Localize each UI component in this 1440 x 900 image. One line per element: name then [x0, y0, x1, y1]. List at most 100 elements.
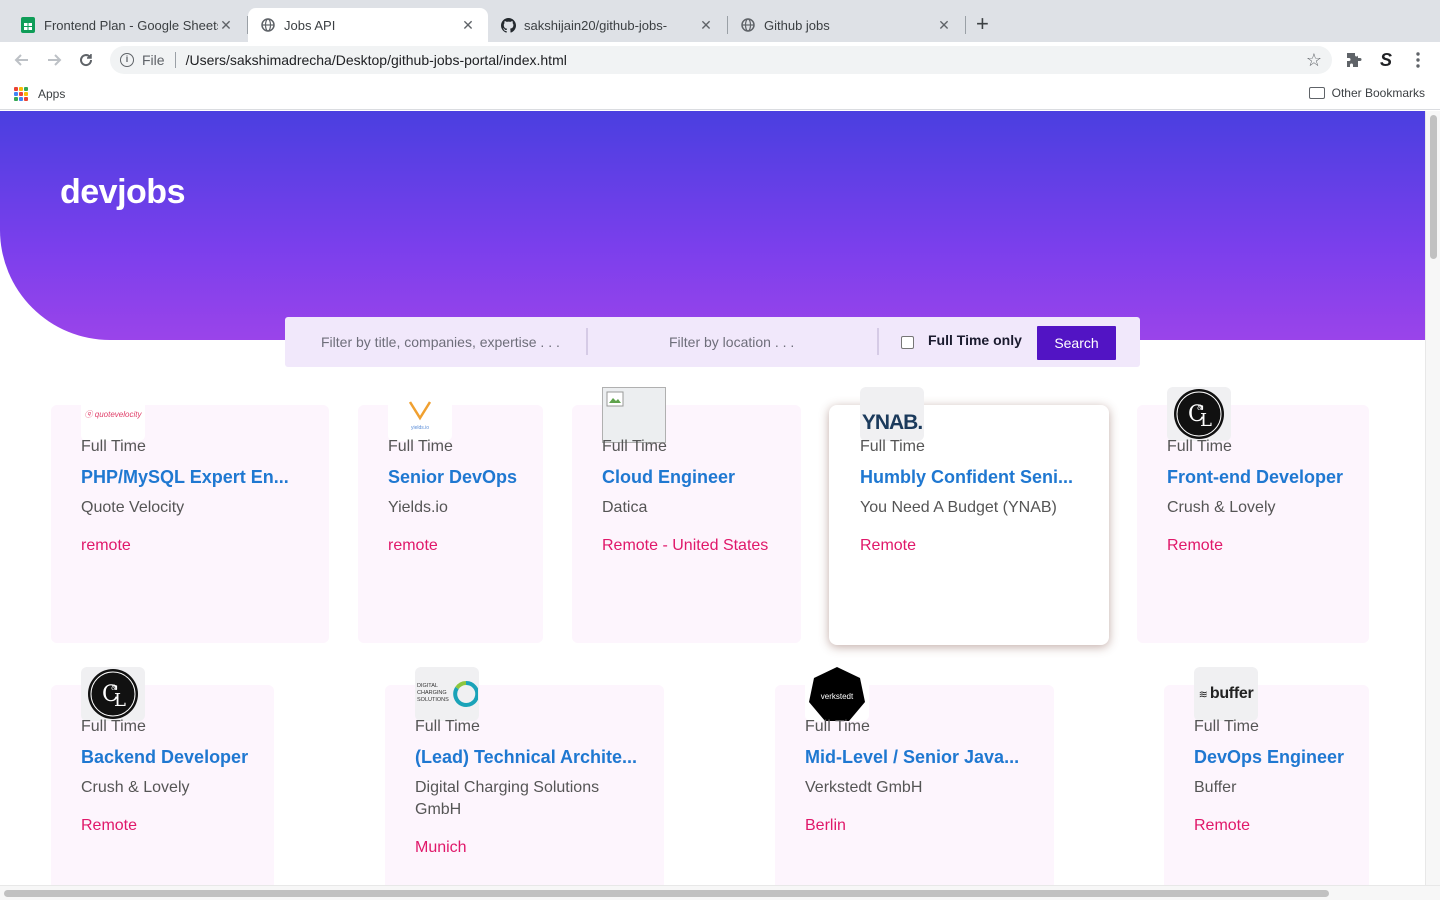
job-company: You Need A Budget (YNAB)	[860, 499, 1057, 516]
verkstedt-logo: verkstedt	[805, 667, 869, 721]
crush-lovely-logo: C L &	[81, 667, 145, 721]
site-logo[interactable]: devjobs	[60, 173, 185, 212]
job-type: Full Time	[1194, 718, 1259, 735]
svg-text:&: &	[111, 684, 117, 692]
extensions-icon[interactable]	[1342, 48, 1366, 72]
extension-s-icon[interactable]: S	[1374, 48, 1398, 72]
job-type: Full Time	[602, 438, 667, 455]
folder-icon	[1308, 87, 1325, 99]
tab-jobs-api[interactable]: Jobs API ✕	[248, 8, 488, 42]
job-company: Datica	[602, 499, 648, 516]
job-title[interactable]: (Lead) Technical Archite...	[415, 747, 637, 768]
sheets-icon	[20, 17, 36, 33]
forward-button[interactable]	[42, 48, 66, 72]
fulltime-checkbox[interactable]	[901, 336, 914, 349]
horizontal-scrollbar[interactable]	[0, 885, 1440, 900]
crush-lovely-logo: C L &	[1167, 387, 1231, 441]
job-location: remote	[388, 537, 438, 554]
job-company: Buffer	[1194, 779, 1237, 796]
location-filter-input[interactable]: Filter by location . . .	[669, 334, 794, 350]
job-location: Remote	[1167, 537, 1224, 554]
search-button[interactable]: Search	[1037, 326, 1116, 360]
job-type: Full Time	[415, 718, 480, 735]
job-location: Remote	[860, 537, 917, 554]
job-type: Full Time	[1167, 438, 1232, 455]
tab-title: Github jobs	[764, 17, 830, 33]
reload-icon	[80, 54, 93, 67]
filter-bar: Filter by title, companies, expertise . …	[285, 317, 1140, 367]
job-location: remote	[81, 537, 131, 554]
new-tab-button[interactable]: +	[976, 13, 989, 35]
bookmarks-bar: Apps Other Bookmarks	[0, 78, 1440, 110]
job-type: Full Time	[805, 718, 870, 735]
reload-button[interactable]	[74, 48, 98, 72]
tab-github-jobs[interactable]: Github jobs ✕	[728, 8, 964, 42]
vertical-scroll-thumb[interactable]	[1430, 115, 1437, 259]
tab-title: Frontend Plan - Google Sheets	[44, 17, 218, 33]
job-company: Quote Velocity	[81, 499, 185, 516]
job-title[interactable]: DevOps Engineer	[1194, 747, 1344, 768]
job-type: Full Time	[81, 438, 146, 455]
svg-text:&: &	[1197, 404, 1203, 412]
svg-text:yields.io: yields.io	[411, 425, 429, 431]
job-type: Full Time	[388, 438, 453, 455]
close-icon[interactable]: ✕	[698, 17, 714, 34]
back-button[interactable]	[10, 48, 34, 72]
close-icon[interactable]: ✕	[936, 17, 952, 34]
job-company: Crush & Lovely	[1167, 499, 1276, 516]
buffer-logo: ≋ buffer	[1194, 667, 1258, 721]
bookmark-other[interactable]: Other Bookmarks	[1308, 86, 1425, 100]
url-text[interactable]: /Users/sakshimadrecha/Desktop/github-job…	[186, 52, 567, 68]
close-icon[interactable]: ✕	[218, 17, 234, 34]
tab-github-repo[interactable]: sakshijain20/github-jobs- ✕	[488, 8, 726, 42]
vertical-scrollbar[interactable]	[1425, 111, 1440, 885]
job-title[interactable]: PHP/MySQL Expert En...	[81, 467, 289, 488]
menu-kebab-icon[interactable]	[1406, 48, 1430, 72]
job-location: Remote	[1194, 817, 1251, 834]
close-icon[interactable]: ✕	[460, 17, 476, 34]
svg-text:CHARGING: CHARGING	[417, 690, 447, 696]
browser-toolbar: i File /Users/sakshimadrecha/Desktop/git…	[0, 42, 1440, 78]
tab-strip: Frontend Plan - Google Sheets ✕ Jobs API…	[0, 0, 1440, 42]
yields-logo: yields.io	[388, 387, 452, 441]
tab-title: Jobs API	[284, 17, 336, 33]
job-title[interactable]: Cloud Engineer	[602, 467, 735, 488]
svg-text:L: L	[1200, 410, 1212, 431]
svg-text:L: L	[114, 690, 126, 711]
address-bar[interactable]: i File /Users/sakshimadrecha/Desktop/git…	[110, 46, 1332, 74]
globe-icon	[260, 17, 276, 33]
hero-header: devjobs	[0, 111, 1425, 340]
job-company: Digital Charging Solutions GmbH	[415, 779, 600, 818]
tab-google-sheets[interactable]: Frontend Plan - Google Sheets ✕	[8, 8, 246, 42]
github-icon	[500, 17, 516, 33]
star-icon[interactable]: ☆	[1306, 50, 1322, 71]
job-title[interactable]: Senior DevOps	[388, 467, 517, 488]
broken-image-icon	[602, 387, 666, 443]
svg-text:DIGITAL: DIGITAL	[417, 683, 438, 689]
horizontal-scroll-thumb[interactable]	[4, 890, 1329, 897]
job-title[interactable]: Front-end Developer	[1167, 467, 1343, 488]
svg-text:SOLUTIONS: SOLUTIONS	[417, 697, 449, 703]
job-title[interactable]: Backend Developer	[81, 747, 248, 768]
job-location: Remote - United States	[602, 537, 769, 554]
title-filter-input[interactable]: Filter by title, companies, expertise . …	[321, 334, 560, 350]
job-type: Full Time	[860, 438, 925, 455]
arrow-left-icon	[14, 54, 28, 66]
other-bookmarks-label: Other Bookmarks	[1331, 86, 1425, 100]
job-title[interactable]: Mid-Level / Senior Java...	[805, 747, 1019, 768]
job-location: Remote	[81, 817, 138, 834]
page-viewport: devjobs Filter by title, companies, expe…	[0, 111, 1425, 885]
info-icon[interactable]: i	[120, 53, 134, 67]
fulltime-label[interactable]: Full Time only	[928, 332, 1022, 348]
job-company: Crush & Lovely	[81, 779, 190, 796]
arrow-right-icon	[48, 54, 62, 66]
job-company: Verkstedt GmbH	[805, 779, 923, 796]
tab-title: sakshijain20/github-jobs-	[524, 17, 668, 33]
job-title[interactable]: Humbly Confident Seni...	[860, 467, 1073, 488]
dcs-logo: DIGITAL CHARGING SOLUTIONS	[415, 667, 479, 721]
svg-text:verkstedt: verkstedt	[821, 692, 854, 701]
job-type: Full Time	[81, 718, 146, 735]
ynab-logo: YNAB.	[860, 387, 924, 441]
bookmark-apps[interactable]: Apps	[14, 87, 65, 101]
quotevelocity-logo: ⓠ quotevelocity	[81, 387, 145, 441]
